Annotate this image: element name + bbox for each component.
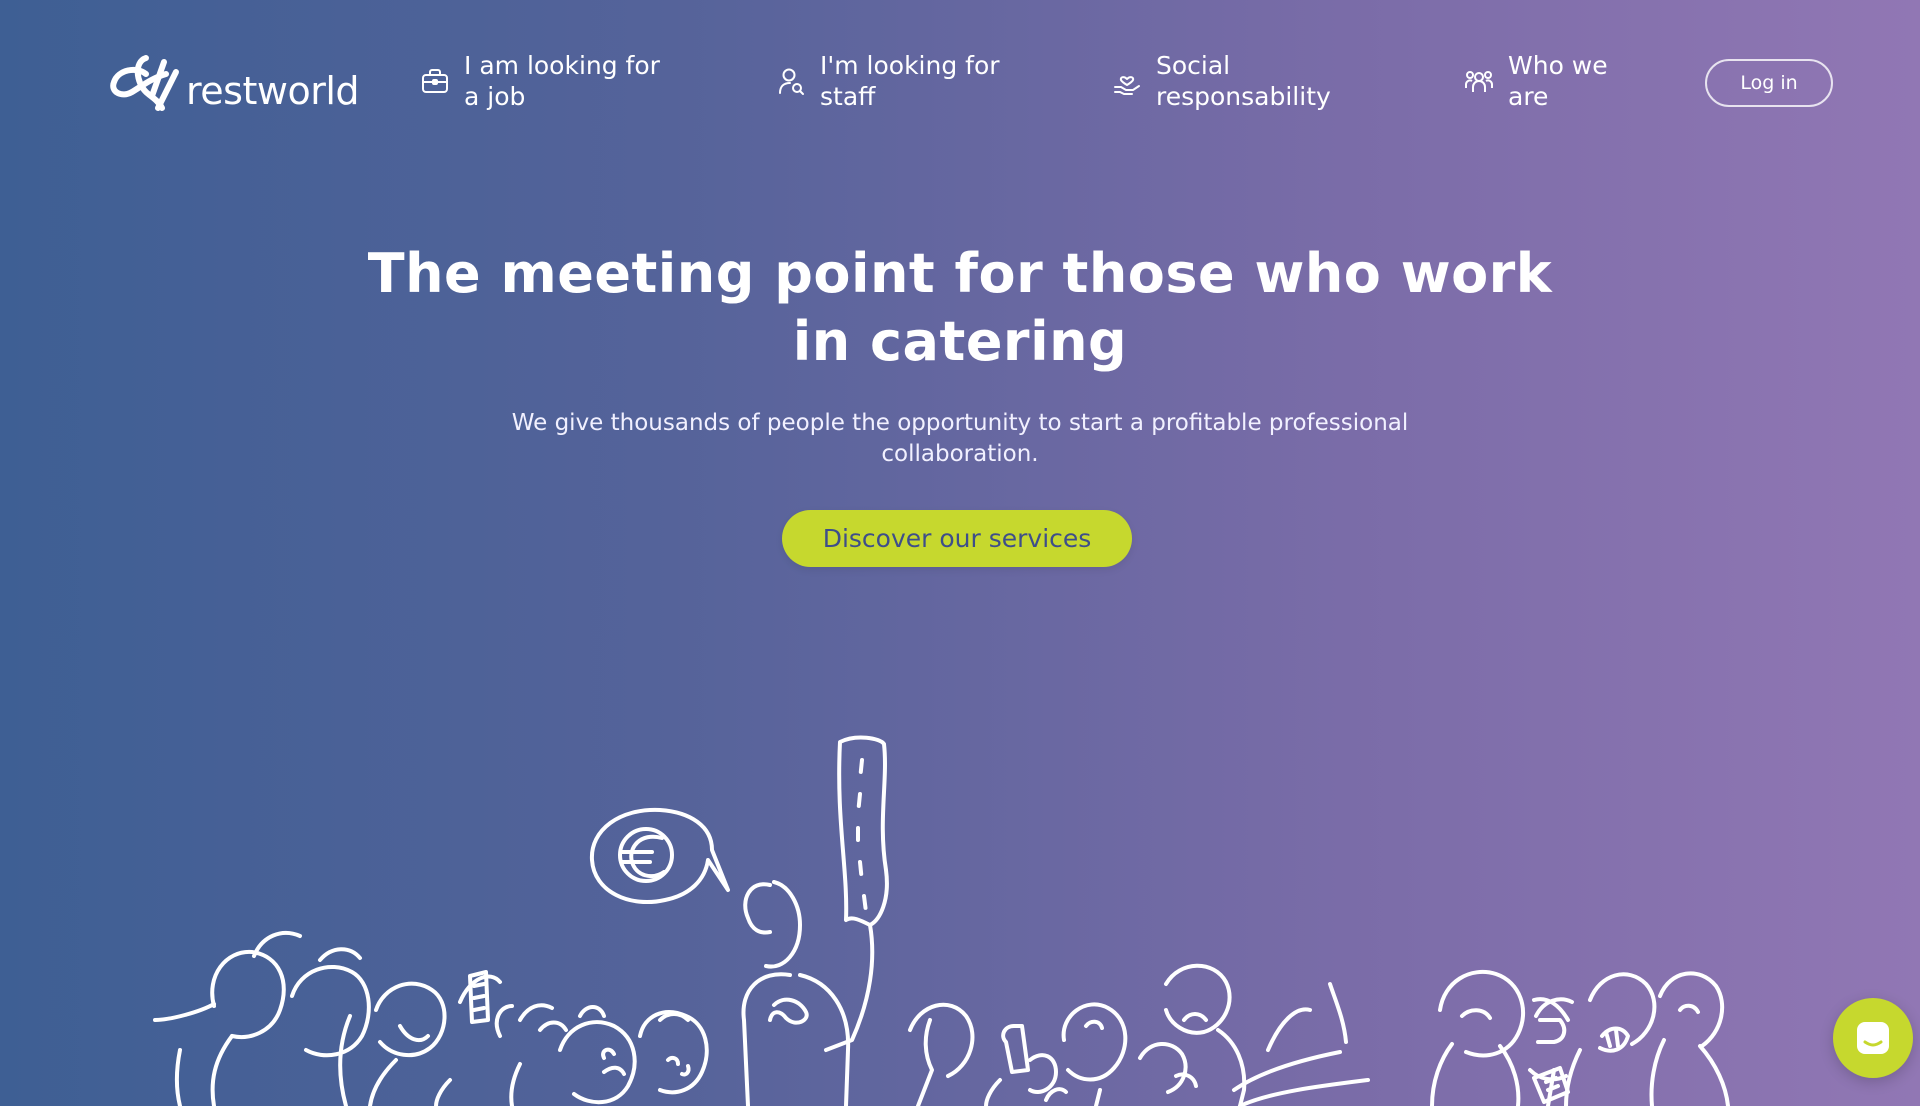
hero-title: The meeting point for those who work in … bbox=[367, 242, 1553, 373]
brand-logo[interactable]: restworld bbox=[106, 52, 360, 116]
nav-item-label: I'm looking for staff bbox=[820, 51, 1000, 111]
catering-crowd-illustration bbox=[153, 735, 1730, 1106]
site-header: restworld I am looking for a job I'm loo… bbox=[0, 0, 1920, 170]
nav-item-label: Who we are bbox=[1508, 51, 1608, 111]
chat-bubble-icon bbox=[1857, 1022, 1889, 1054]
right-crowd-illustration bbox=[1430, 969, 1730, 1106]
middle-crowd-illustration bbox=[908, 963, 1370, 1106]
nav-item-staff[interactable]: I'm looking for staff bbox=[776, 50, 1016, 112]
restworld-logo-icon bbox=[110, 55, 179, 111]
hero-subtitle: We give thousands of people the opportun… bbox=[511, 410, 1409, 467]
landing-page: restworld I am looking for a job I'm loo… bbox=[0, 0, 1920, 1106]
chat-launcher-button[interactable] bbox=[1833, 998, 1913, 1078]
discover-services-button[interactable]: Discover our services bbox=[782, 510, 1132, 567]
nav-item-label: I am looking for a job bbox=[464, 51, 660, 111]
briefcase-icon bbox=[422, 69, 448, 93]
far-left-crowd-illustration bbox=[175, 930, 554, 1106]
login-button[interactable]: Log in bbox=[1705, 59, 1833, 107]
euro-bubble-illustration bbox=[589, 807, 730, 905]
waiter-illustration bbox=[741, 880, 875, 1106]
left-crowd-illustration bbox=[153, 949, 709, 1106]
user-search-icon bbox=[779, 68, 804, 95]
hand-heart-icon bbox=[1114, 76, 1140, 95]
receipt-illustration bbox=[837, 735, 889, 927]
nav-item-label: Social responsability bbox=[1156, 51, 1331, 111]
nav-item-job[interactable]: I am looking for a job bbox=[420, 50, 670, 112]
nav-item-who[interactable]: Who we are bbox=[1464, 50, 1634, 112]
nav-item-social[interactable]: Social responsability bbox=[1112, 50, 1362, 112]
brand-name: restworld bbox=[186, 69, 360, 113]
group-icon bbox=[1465, 71, 1493, 92]
